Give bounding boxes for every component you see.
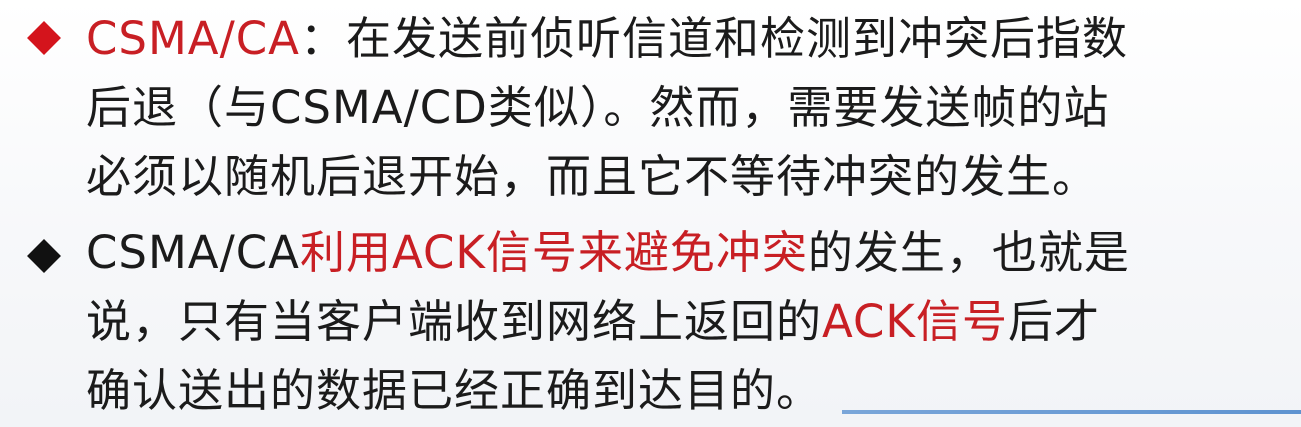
bullet-2-line-2-suffix: 后才 <box>1007 295 1100 348</box>
bullet-1-line-3: 必须以随机后退开始，而且它不等待冲突的发生。 <box>86 142 1292 211</box>
highlight-ack-signal: ACK信号 <box>822 295 1008 348</box>
bullet-1-line-2: 后退（与CSMA/CD类似）。然而，需要发送帧的站 <box>86 73 1292 142</box>
bullet-item-1: CSMA/CA：在发送前侦听信道和检测到冲突后指数 后退（与CSMA/CD类似）… <box>27 4 1292 211</box>
bullet-2-line-2-prefix: 说，只有当客户端收到网络上返回的 <box>86 295 823 348</box>
bullet-1-line-1: CSMA/CA：在发送前侦听信道和检测到冲突后指数 <box>86 4 1292 73</box>
bullet-2-line-3-text: 确认送出的数据已经正确到达目的。 <box>86 364 823 417</box>
bullet-2-line-1-suffix: 的发生，也就是 <box>807 226 1130 279</box>
black-diamond-bullet-icon <box>27 239 61 273</box>
bullet-1-line-1-text: ：在发送前侦听信道和检测到冲突后指数 <box>299 12 1128 65</box>
bullet-2-line-1: CSMA/CA利用ACK信号来避免冲突的发生，也就是 <box>86 218 1292 287</box>
bullet-2-line-2: 说，只有当客户端收到网络上返回的ACK信号后才 <box>86 287 1292 356</box>
bullet-2-line-3: 确认送出的数据已经正确到达目的。 <box>86 356 1292 425</box>
slide: CSMA/CA：在发送前侦听信道和检测到冲突后指数 后退（与CSMA/CD类似）… <box>0 0 1301 427</box>
red-diamond-bullet-icon <box>27 21 61 55</box>
blue-bottom-rule <box>842 410 1301 414</box>
bullet-item-2: CSMA/CA利用ACK信号来避免冲突的发生，也就是 说，只有当客户端收到网络上… <box>27 218 1292 425</box>
bullet-1-text: CSMA/CA：在发送前侦听信道和检测到冲突后指数 后退（与CSMA/CD类似）… <box>86 4 1292 211</box>
term-csma-ca: CSMA/CA <box>86 12 300 65</box>
highlight-ack-avoid-conflict: 利用ACK信号来避免冲突 <box>299 226 808 279</box>
bullet-2-line-1-prefix: CSMA/CA <box>86 226 300 279</box>
bullet-1-line-3-text: 必须以随机后退开始，而且它不等待冲突的发生。 <box>86 150 1099 203</box>
bullet-1-line-2-text: 后退（与CSMA/CD类似）。然而，需要发送帧的站 <box>86 81 1110 134</box>
bullet-2-text: CSMA/CA利用ACK信号来避免冲突的发生，也就是 说，只有当客户端收到网络上… <box>86 218 1292 425</box>
